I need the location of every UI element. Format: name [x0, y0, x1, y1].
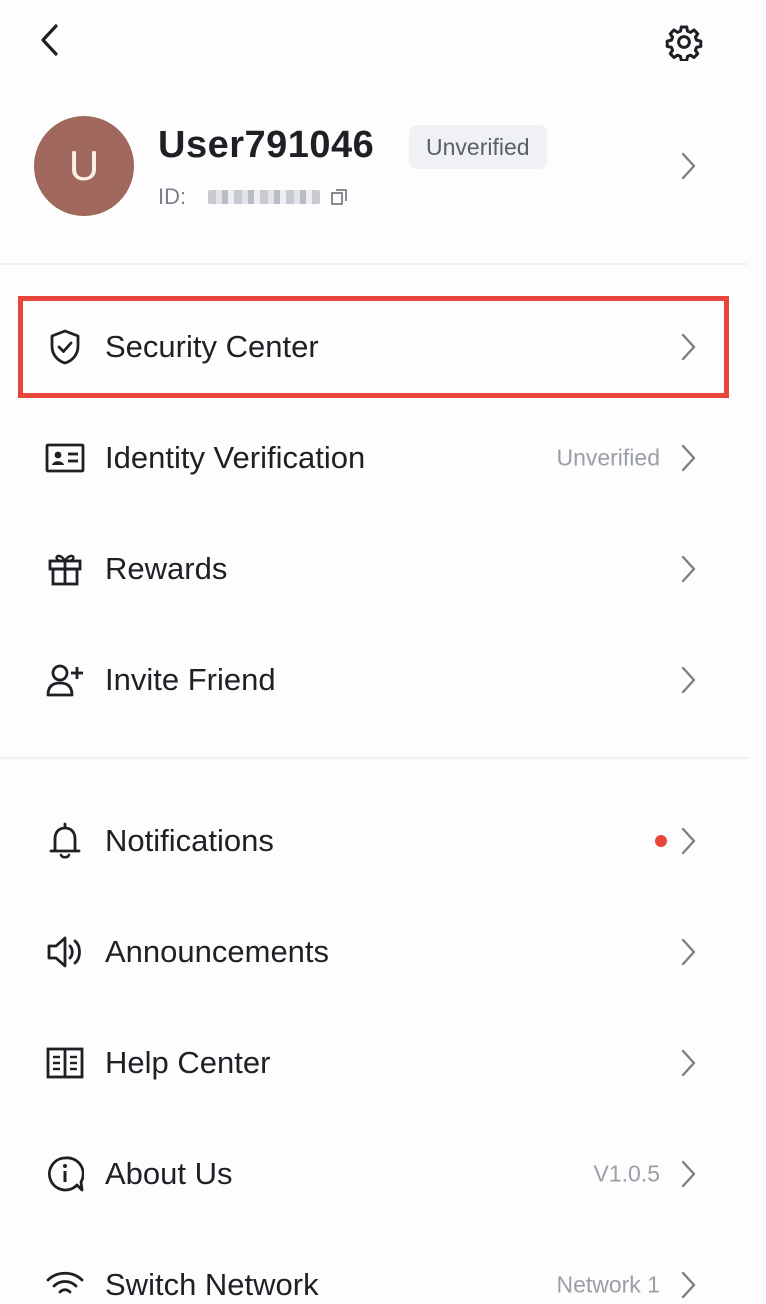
section-divider	[0, 757, 748, 759]
menu-item-about-us[interactable]: About Us V1.0.5	[0, 1118, 748, 1229]
menu-item-help-center[interactable]: Help Center	[0, 1007, 748, 1118]
chevron-right-icon	[676, 1158, 700, 1190]
top-bar	[0, 0, 766, 84]
chevron-right-icon	[676, 936, 700, 968]
menu-item-invite-friend[interactable]: Invite Friend	[0, 624, 748, 735]
copy-icon[interactable]	[328, 186, 350, 208]
menu-item-notifications[interactable]: Notifications	[0, 785, 748, 896]
shield-check-icon	[44, 326, 86, 368]
menu-item-label: Notifications	[105, 822, 274, 858]
chevron-right-icon	[676, 553, 700, 585]
user-plus-icon	[44, 659, 86, 701]
avatar: U	[34, 116, 134, 216]
network-value: Network 1	[556, 1271, 660, 1297]
menu-item-label: Help Center	[105, 1044, 271, 1080]
back-button[interactable]	[30, 20, 70, 60]
bell-icon	[44, 820, 86, 862]
book-icon	[44, 1042, 86, 1084]
menu-item-label: Security Center	[105, 328, 319, 364]
verification-badge: Unverified	[409, 125, 547, 169]
chevron-right-icon	[676, 664, 700, 696]
menu-item-label: Identity Verification	[105, 439, 366, 475]
menu-item-identity-verification[interactable]: Identity Verification Unverified	[0, 402, 748, 513]
chevron-right-icon	[676, 1047, 700, 1079]
menu-item-switch-network[interactable]: Switch Network Network 1	[0, 1229, 748, 1304]
chevron-right-icon	[676, 331, 700, 363]
menu-item-label: Switch Network	[105, 1266, 319, 1302]
speaker-icon	[44, 931, 86, 973]
username: User791046	[158, 124, 375, 166]
id-card-icon	[44, 437, 86, 479]
identity-status-value: Unverified	[556, 444, 660, 470]
user-id-row: ID:	[158, 182, 350, 212]
menu-item-rewards[interactable]: Rewards	[0, 513, 748, 624]
menu-item-label: Invite Friend	[105, 661, 276, 697]
app-version-value: V1.0.5	[593, 1160, 661, 1186]
gear-icon	[665, 23, 703, 61]
info-icon	[44, 1153, 86, 1195]
menu-item-security-center[interactable]: Security Center	[0, 291, 748, 402]
chevron-left-icon	[38, 22, 62, 58]
chevron-right-icon	[676, 150, 700, 182]
user-id-value-obscured	[208, 190, 321, 204]
menu-item-label: Rewards	[105, 550, 228, 586]
chevron-right-icon	[676, 442, 700, 474]
menu-item-announcements[interactable]: Announcements	[0, 896, 748, 1007]
user-id-label: ID:	[158, 184, 187, 209]
settings-button[interactable]	[662, 20, 706, 64]
account-page: U User791046 Unverified ID: Security Cen…	[0, 0, 766, 1304]
chevron-right-icon	[676, 825, 700, 857]
avatar-initial: U	[68, 142, 100, 189]
profile-card[interactable]: U User791046 Unverified ID:	[0, 100, 766, 264]
wifi-icon	[44, 1264, 86, 1304]
menu-item-label: About Us	[105, 1155, 233, 1191]
chevron-right-icon	[676, 1269, 700, 1301]
gift-icon	[44, 548, 86, 590]
section-divider	[0, 263, 748, 265]
menu-item-label: Announcements	[105, 933, 330, 969]
unread-dot	[655, 834, 667, 847]
